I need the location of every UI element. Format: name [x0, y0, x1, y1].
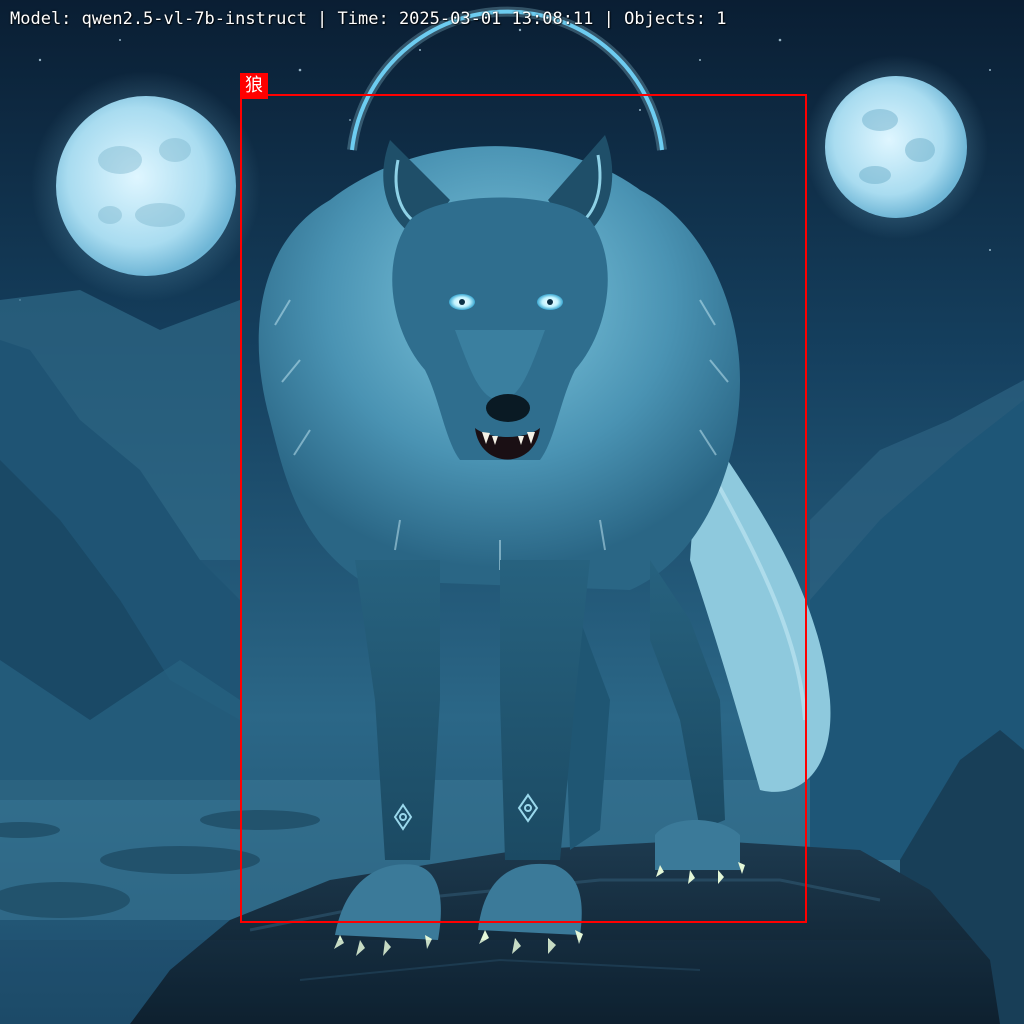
detection-label: 狼	[240, 73, 268, 99]
scene-image	[0, 0, 1024, 1024]
objects-count-text: Objects: 1	[624, 9, 727, 29]
separator: |	[306, 9, 338, 29]
annotated-image-view: Model: qwen2.5-vl-7b-instruct | Time: 20…	[0, 0, 1024, 1024]
header-info-bar: Model: qwen2.5-vl-7b-instruct | Time: 20…	[10, 9, 726, 29]
separator: |	[593, 9, 625, 29]
right-moon	[825, 76, 967, 218]
time-text: Time: 2025-03-01 13:08:11	[337, 9, 594, 29]
model-text: Model: qwen2.5-vl-7b-instruct	[10, 9, 307, 29]
wolf-nose	[486, 394, 530, 422]
left-moon	[56, 96, 236, 276]
wolf-back-paw	[655, 820, 740, 870]
